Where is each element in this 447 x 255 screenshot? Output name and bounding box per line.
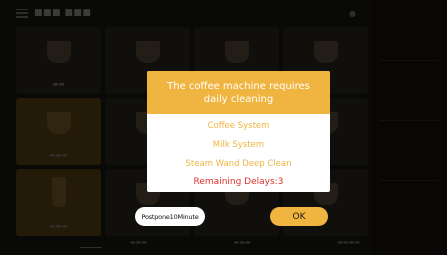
coffee-machine-screen: ■■■ ■■■ ● ▬▬ ▬▬▬ ▬▬▬ ▬▬▬ ▬▬▬ ▬▬▬▬ The co…: [0, 0, 447, 255]
dialog-header: The coffee machine requires daily cleani…: [147, 71, 330, 114]
ok-button[interactable]: OK: [270, 207, 328, 226]
cleaning-item-milk-system: Milk System: [212, 140, 265, 150]
cleaning-reminder-dialog: The coffee machine requires daily cleani…: [147, 71, 330, 192]
cleaning-item-steam-wand: Steam Wand Deep Clean: [185, 159, 292, 169]
dialog-title: The coffee machine requires daily cleani…: [167, 80, 310, 105]
remaining-delays-text: Remaining Delays:3: [193, 177, 284, 187]
cleaning-item-coffee-system: Coffee System: [207, 121, 270, 131]
postpone-button[interactable]: Postpone10Minute: [135, 207, 205, 226]
